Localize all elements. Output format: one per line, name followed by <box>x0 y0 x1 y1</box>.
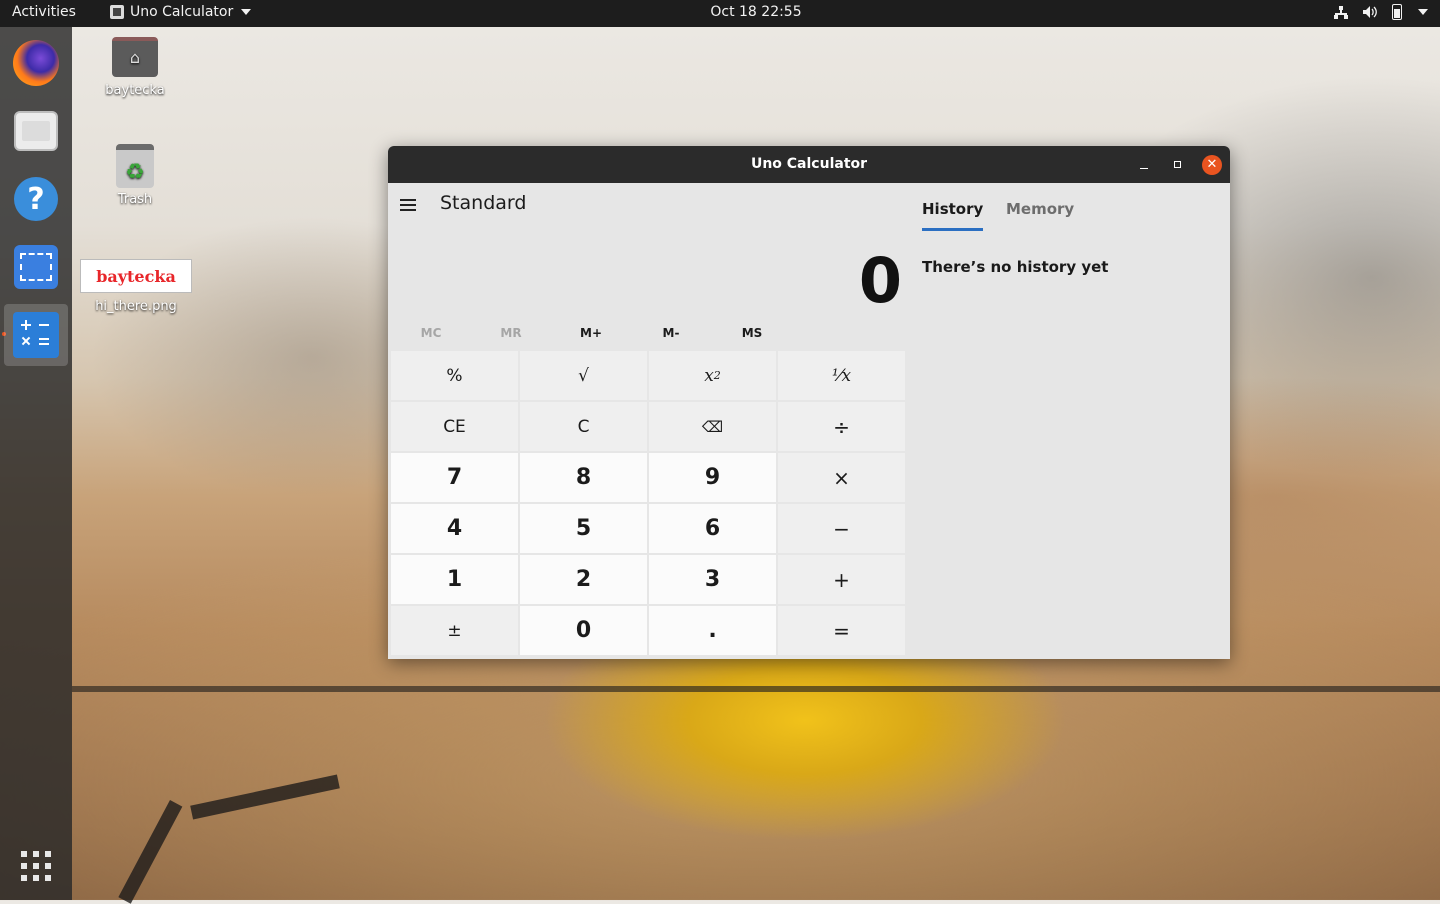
dock: ? <box>0 27 72 900</box>
clock[interactable]: Oct 18 22:55 <box>0 4 1440 20</box>
result-display: 0 <box>858 244 902 317</box>
equals-button[interactable]: = <box>778 606 905 655</box>
square-button[interactable]: x2 <box>649 351 776 400</box>
history-empty-message: There’s no history yet <box>922 258 1109 276</box>
add-button[interactable]: + <box>778 555 905 604</box>
image-thumbnail: baytecka <box>80 259 192 293</box>
divide-button[interactable]: ÷ <box>778 402 905 451</box>
desktop-icon-label: Trash <box>117 192 153 207</box>
digit-8-button[interactable]: 8 <box>520 453 647 502</box>
clear-entry-button[interactable]: CE <box>391 402 518 451</box>
close-button[interactable]: ✕ <box>1202 155 1222 175</box>
window-title: Uno Calculator <box>750 156 868 172</box>
wallpaper-detail <box>72 686 1440 692</box>
show-applications-button[interactable] <box>0 835 72 897</box>
screenshot-icon <box>14 245 58 289</box>
square-base: x <box>704 365 714 386</box>
digit-0-button[interactable]: 0 <box>520 606 647 655</box>
clear-button[interactable]: C <box>520 402 647 451</box>
dock-screenshot[interactable] <box>0 236 72 298</box>
square-root-button[interactable]: √ <box>520 351 647 400</box>
calculator-mode-title: Standard <box>440 192 527 214</box>
digit-4-button[interactable]: 4 <box>391 504 518 553</box>
desktop-icon-home[interactable]: ⌂ baytecka <box>80 37 190 98</box>
decimal-button[interactable]: . <box>649 606 776 655</box>
digit-2-button[interactable]: 2 <box>520 555 647 604</box>
memory-recall-button[interactable]: MR <box>481 326 541 340</box>
memory-buttons: MC MR M+ M- MS <box>392 326 912 340</box>
chevron-down-icon <box>1418 9 1428 15</box>
desktop-icon-image-file[interactable]: baytecka hi_there.png <box>80 259 192 314</box>
subtract-button[interactable]: − <box>778 504 905 553</box>
hamburger-menu-icon[interactable] <box>400 199 416 211</box>
apps-grid-icon <box>21 851 51 881</box>
dock-uno-calculator[interactable] <box>4 304 68 366</box>
square-exponent: 2 <box>713 369 721 382</box>
memory-add-button[interactable]: M+ <box>561 326 621 340</box>
network-icon <box>1334 5 1348 19</box>
digit-5-button[interactable]: 5 <box>520 504 647 553</box>
battery-icon <box>1392 4 1402 20</box>
volume-icon <box>1362 5 1378 19</box>
digit-1-button[interactable]: 1 <box>391 555 518 604</box>
calculator-window: Uno Calculator ✕ Standard History Memory… <box>388 146 1230 659</box>
tab-history[interactable]: History <box>922 200 984 231</box>
tab-memory[interactable]: Memory <box>1006 200 1074 218</box>
system-tray[interactable] <box>1334 4 1428 20</box>
dock-help[interactable]: ? <box>0 168 72 230</box>
top-bar: Activities Uno Calculator Oct 18 22:55 <box>0 0 1440 27</box>
desktop-icon-label: hi_there.png <box>95 299 177 314</box>
desktop-icon-label: baytecka <box>105 83 165 98</box>
percent-button[interactable]: % <box>391 351 518 400</box>
memory-store-button[interactable]: MS <box>722 326 782 340</box>
firefox-icon <box>13 40 59 86</box>
memory-subtract-button[interactable]: M- <box>641 326 701 340</box>
multiply-button[interactable]: × <box>778 453 905 502</box>
files-icon <box>14 111 58 151</box>
backspace-button[interactable]: ⌫ <box>649 402 776 451</box>
digit-6-button[interactable]: 6 <box>649 504 776 553</box>
dock-files[interactable] <box>0 100 72 162</box>
reciprocal-button[interactable]: ¹⁄x <box>778 351 905 400</box>
trash-icon: ♻ <box>116 144 154 188</box>
minimize-button[interactable] <box>1134 155 1154 175</box>
digit-7-button[interactable]: 7 <box>391 453 518 502</box>
digit-3-button[interactable]: 3 <box>649 555 776 604</box>
help-icon: ? <box>14 177 58 221</box>
dock-firefox[interactable] <box>0 32 72 94</box>
negate-button[interactable]: ± <box>391 606 518 655</box>
digit-9-button[interactable]: 9 <box>649 453 776 502</box>
memory-clear-button[interactable]: MC <box>401 326 461 340</box>
desktop-icon-trash[interactable]: ♻ Trash <box>80 144 190 207</box>
keypad: % √ x2 ¹⁄x CE C ⌫ ÷ 7 8 9 × 4 5 6 − 1 2 … <box>391 351 906 656</box>
calculator-icon <box>13 312 59 358</box>
maximize-button[interactable] <box>1168 155 1188 175</box>
home-folder-icon: ⌂ <box>112 37 158 77</box>
title-bar[interactable]: Uno Calculator ✕ <box>388 146 1230 183</box>
